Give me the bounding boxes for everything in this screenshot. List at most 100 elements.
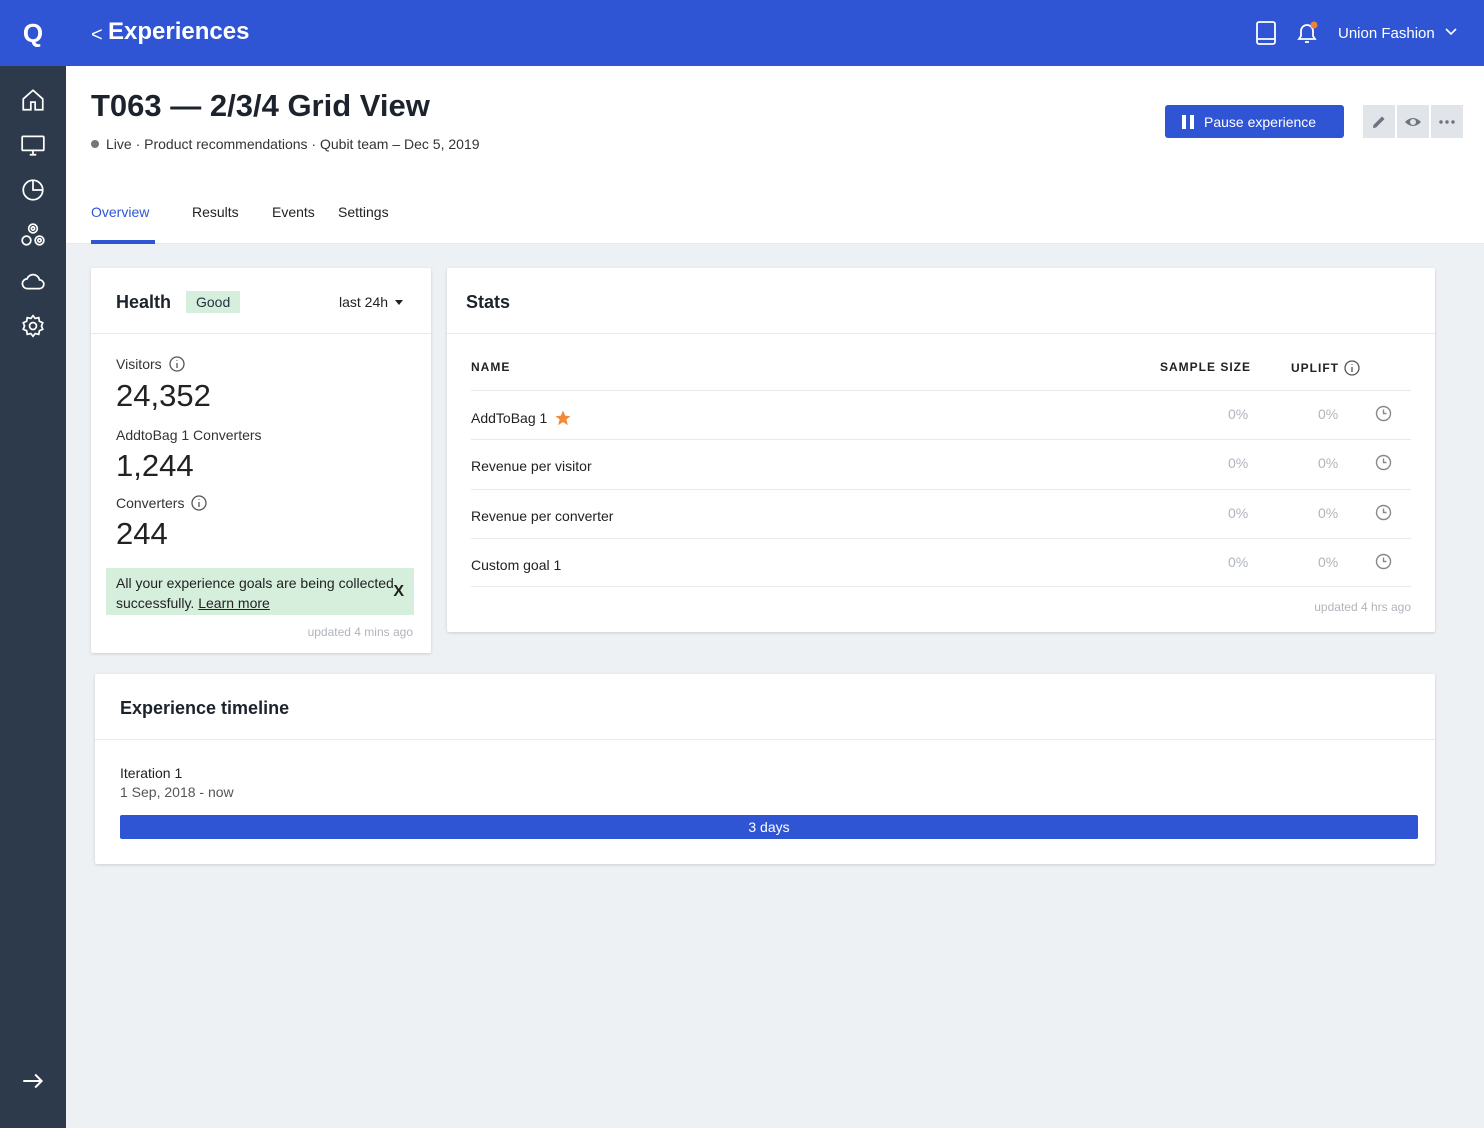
success-notice: All your experience goals are being coll… <box>106 568 414 615</box>
table-row: AddToBag 1 0% 0% <box>471 390 1411 439</box>
uplift-value: 0% <box>1318 554 1339 570</box>
star-icon <box>555 410 571 426</box>
chevron-down-icon[interactable] <box>1444 25 1458 39</box>
uplift-value: 0% <box>1318 505 1339 521</box>
tab-results[interactable]: Results <box>192 204 272 220</box>
preview-button[interactable] <box>1397 105 1429 138</box>
more-icon <box>1439 119 1455 124</box>
clock-icon <box>1375 405 1392 422</box>
goal-name: Revenue per converter <box>471 508 613 524</box>
range-select[interactable]: last 24h <box>339 294 404 310</box>
toolbar <box>1363 105 1463 138</box>
addtobag-converters-label: AddtoBag 1 Converters <box>116 427 262 443</box>
metric-label-text: Visitors <box>116 356 162 372</box>
segments-icon[interactable] <box>19 221 47 249</box>
goal-name: AddToBag 1 <box>471 409 572 427</box>
column-header-uplift: UPLIFT <box>1291 360 1360 376</box>
status-dot-icon <box>91 140 99 148</box>
home-icon[interactable] <box>19 86 47 114</box>
pencil-icon <box>1373 116 1385 128</box>
metric-label-text: AddtoBag 1 Converters <box>116 427 262 443</box>
tab-overview[interactable]: Overview <box>91 204 192 244</box>
top-bar: < Experiences Union Fashion <box>66 0 1484 66</box>
tab-label: Events <box>272 204 315 220</box>
iteration-dates: 1 Sep, 2018 - now <box>120 784 234 800</box>
visitors-value: 24,352 <box>116 378 211 413</box>
tab-label: Overview <box>91 204 150 220</box>
experience-meta: Live · Product recommendations · Qubit t… <box>91 136 480 152</box>
sample-size-value: 0% <box>1228 406 1249 422</box>
page-heading: Experiences <box>108 18 250 45</box>
pause-button[interactable]: Pause experience <box>1165 105 1344 138</box>
pie-chart-icon[interactable] <box>19 176 47 204</box>
column-header-sample-size: SAMPLE SIZE <box>1160 360 1252 374</box>
monitor-icon[interactable] <box>19 131 47 159</box>
tab-bar: Overview Results Events Settings <box>91 204 389 244</box>
book-icon[interactable] <box>1254 20 1278 46</box>
range-value: last 24h <box>339 294 389 310</box>
sample-size-value: 0% <box>1228 554 1249 570</box>
health-title: Health <box>116 292 172 312</box>
clock-icon <box>1375 553 1392 570</box>
info-icon[interactable] <box>191 495 208 511</box>
tab-settings[interactable]: Settings <box>338 204 389 220</box>
visitors-label: Visitors <box>116 356 185 372</box>
goal-name-text: Revenue per converter <box>471 508 614 524</box>
learn-more-link[interactable]: Learn more <box>198 595 270 611</box>
goal-name-text: AddToBag 1 <box>471 410 548 426</box>
stats-header: Stats <box>447 268 1435 334</box>
org-name[interactable]: Union Fashion <box>1338 25 1435 42</box>
experience-header: T063 — 2/3/4 Grid View Live · Product re… <box>66 66 1484 244</box>
sample-size-value: 0% <box>1228 455 1249 471</box>
info-icon[interactable] <box>1344 360 1360 376</box>
edit-button[interactable] <box>1363 105 1395 138</box>
addtobag-converters-value: 1,244 <box>116 448 194 483</box>
status-badge: Good <box>186 291 241 313</box>
logo[interactable]: Q <box>0 0 66 66</box>
cloud-icon[interactable] <box>19 267 47 295</box>
tab-events[interactable]: Events <box>272 204 338 220</box>
table-row: Custom goal 1 0% 0% <box>471 538 1411 587</box>
column-header-name: NAME <box>471 360 511 374</box>
iteration-bar[interactable]: 3 days <box>120 815 1418 839</box>
timeline-card: Experience timeline Iteration 1 1 Sep, 2… <box>95 674 1435 864</box>
clock-icon <box>1375 454 1392 471</box>
iteration-name: Iteration 1 <box>120 765 183 781</box>
sidebar: Q <box>0 0 66 1128</box>
health-header: Health Good last 24h <box>91 268 431 334</box>
close-notice-button[interactable]: X <box>393 582 404 602</box>
active-tab-indicator <box>91 240 155 244</box>
uplift-header-text: UPLIFT <box>1291 361 1339 375</box>
converters-value: 244 <box>116 516 168 551</box>
stats-updated: updated 4 hrs ago <box>1314 600 1411 614</box>
health-card: Health Good last 24h Visitors 24,352 Add… <box>91 268 431 653</box>
goal-name: Custom goal 1 <box>471 557 561 573</box>
goal-name-text: Revenue per visitor <box>471 458 592 474</box>
metric-label-text: Converters <box>116 495 185 511</box>
clock-icon <box>1375 504 1392 521</box>
timeline-title: Experience timeline <box>120 698 290 718</box>
table-row: Revenue per converter 0% 0% <box>471 489 1411 538</box>
info-icon[interactable] <box>169 356 185 372</box>
arrow-right-icon[interactable] <box>19 1067 47 1095</box>
logo-text: Q <box>22 17 44 48</box>
pause-label: Pause experience <box>1204 113 1317 130</box>
pause-icon <box>1182 114 1194 129</box>
settings-icon[interactable] <box>19 312 47 340</box>
back-button[interactable]: < <box>91 24 103 47</box>
health-updated: updated 4 mins ago <box>307 625 413 639</box>
more-button[interactable] <box>1431 105 1463 138</box>
goal-name: Revenue per visitor <box>471 458 592 474</box>
meta-text: Live · Product recommendations · Qubit t… <box>106 136 480 152</box>
stats-card: Stats NAME SAMPLE SIZE UPLIFT AddToBag 1… <box>447 268 1435 632</box>
bell-icon[interactable] <box>1294 20 1320 46</box>
stats-title: Stats <box>466 292 511 312</box>
eye-icon <box>1405 117 1421 126</box>
uplift-value: 0% <box>1318 406 1339 422</box>
converters-label: Converters <box>116 495 208 511</box>
caret-down-icon <box>395 299 404 305</box>
timeline-header: Experience timeline <box>95 674 1435 740</box>
tab-label: Results <box>192 204 239 220</box>
experience-title: T063 — 2/3/4 Grid View <box>91 88 430 123</box>
tab-label: Settings <box>338 204 389 220</box>
